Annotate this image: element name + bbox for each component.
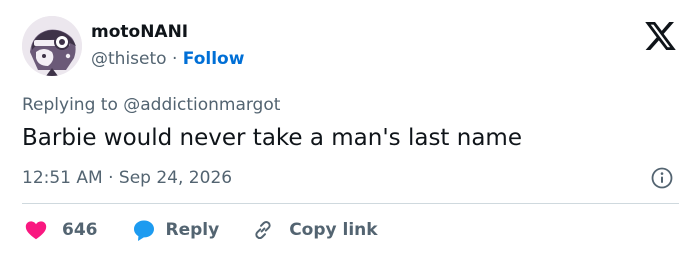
tweet-time: 12:51 AM xyxy=(22,168,103,188)
action-bar: 646 Reply Copy link xyxy=(24,216,378,244)
author-handle[interactable]: @thiseto xyxy=(91,49,167,69)
x-logo-icon[interactable] xyxy=(645,22,676,50)
reply-target-handle[interactable]: @addictionmargot xyxy=(123,95,280,115)
meta-separator: · xyxy=(171,49,178,69)
info-icon[interactable] xyxy=(651,167,673,189)
link-icon xyxy=(251,218,275,242)
timestamp-separator: · xyxy=(108,168,114,188)
author-meta: @thiseto · Follow xyxy=(91,49,244,69)
reply-context: Replying to @addictionmargot xyxy=(22,94,280,116)
reply-button[interactable]: Reply xyxy=(132,218,220,242)
like-button[interactable]: 646 xyxy=(24,218,98,242)
tweet-timestamp[interactable]: 12:51 AM · Sep 24, 2026 xyxy=(22,167,232,189)
divider xyxy=(22,203,679,204)
follow-button[interactable]: Follow xyxy=(183,49,245,69)
avatar[interactable] xyxy=(22,16,82,76)
avatar-image xyxy=(22,16,82,76)
copy-link-button[interactable]: Copy link xyxy=(251,218,378,242)
tweet-card: motoNANI @thiseto · Follow Replying to @… xyxy=(0,0,700,256)
heart-icon xyxy=(24,218,48,242)
like-count: 646 xyxy=(62,220,98,240)
copy-link-label: Copy link xyxy=(289,220,378,240)
tweet-text: Barbie would never take a man's last nam… xyxy=(22,125,522,151)
reply-label: Reply xyxy=(165,220,220,240)
speech-bubble-icon xyxy=(132,218,156,242)
reply-context-prefix: Replying to xyxy=(22,95,118,115)
tweet-date: Sep 24, 2026 xyxy=(118,168,233,188)
author-name[interactable]: motoNANI xyxy=(91,22,188,42)
